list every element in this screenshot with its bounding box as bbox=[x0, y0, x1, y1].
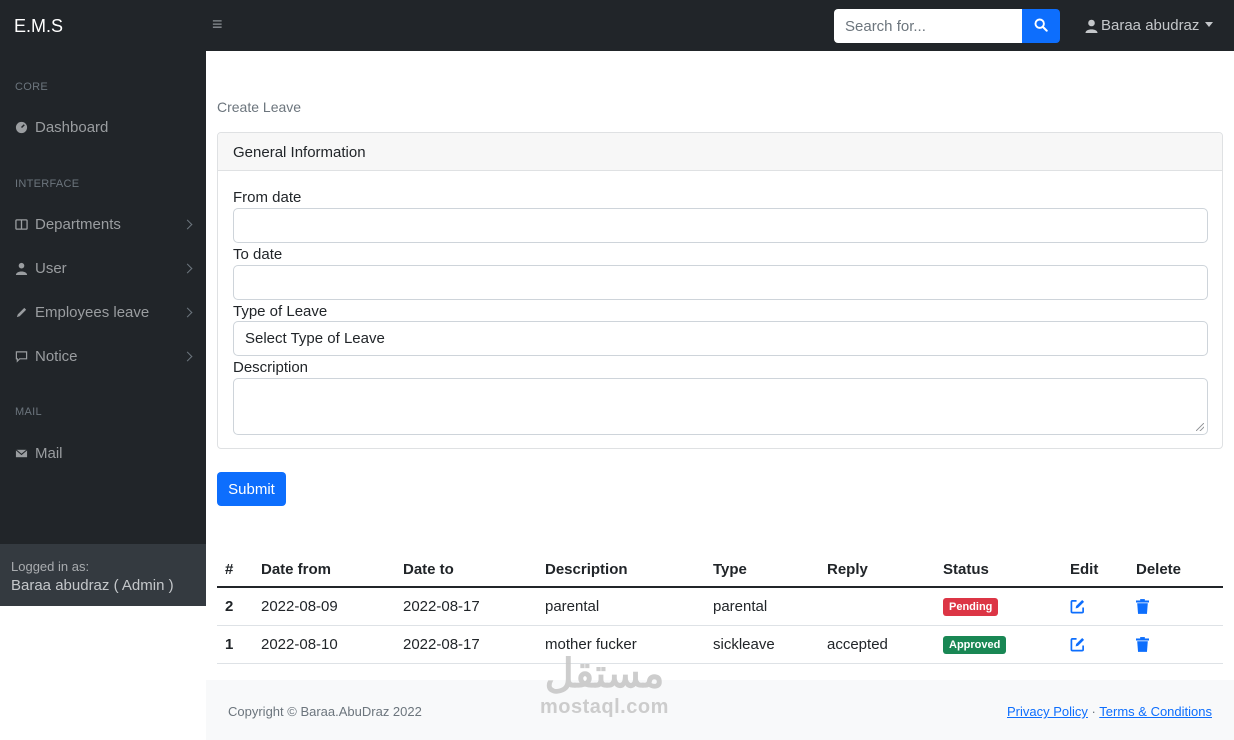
to-date-label: To date bbox=[233, 246, 283, 263]
user-name: Baraa abudraz bbox=[1101, 17, 1200, 34]
cell-type: parental bbox=[705, 587, 819, 626]
sidebar-item-user[interactable]: User bbox=[15, 256, 197, 280]
sidebar-item-employees-leave[interactable]: Employees leave bbox=[15, 300, 197, 324]
watermark-arabic: مستقل bbox=[544, 652, 665, 696]
column-header-status: Status bbox=[935, 552, 1062, 588]
cell-delete bbox=[1128, 625, 1223, 664]
sidebar-item-label: Employees leave bbox=[35, 303, 150, 321]
search-input[interactable] bbox=[834, 9, 1022, 43]
user-icon bbox=[15, 262, 28, 275]
cell-edit bbox=[1062, 625, 1128, 664]
chevron-right-icon bbox=[182, 263, 193, 273]
description-label: Description bbox=[233, 359, 309, 376]
cell-reply bbox=[819, 587, 935, 626]
trash-icon[interactable] bbox=[1136, 599, 1149, 615]
sidebar-heading-mail: MAIL bbox=[15, 406, 42, 418]
sidebar-item-label: Notice bbox=[35, 347, 78, 365]
card-header: General Information bbox=[218, 133, 1222, 171]
dashboard-icon bbox=[15, 121, 28, 133]
leave-table: # Date from Date to Description Type Rep… bbox=[217, 552, 1223, 664]
column-header-date-to: Date to bbox=[395, 552, 537, 588]
pencil-icon bbox=[16, 307, 27, 317]
user-icon bbox=[1085, 19, 1098, 33]
edit-icon[interactable] bbox=[1070, 637, 1085, 652]
resize-grip-icon[interactable] bbox=[1196, 423, 1204, 431]
cell-type: sickleave bbox=[705, 625, 819, 664]
sidebar-item-departments[interactable]: Departments bbox=[15, 212, 197, 236]
column-header-delete: Delete bbox=[1128, 552, 1223, 588]
search-icon bbox=[1034, 18, 1048, 32]
cell-status: Pending bbox=[935, 587, 1062, 626]
to-date-input[interactable] bbox=[233, 265, 1208, 300]
caret-down-icon bbox=[1205, 21, 1214, 27]
envelope-icon bbox=[15, 448, 28, 457]
footer-separator: · bbox=[1091, 704, 1096, 719]
column-header-date-from: Date from bbox=[253, 552, 395, 588]
copyright-text: Copyright © Baraa.AbuDraz 2022 bbox=[228, 704, 422, 719]
submit-button[interactable]: Submit bbox=[217, 472, 286, 506]
column-header-id: # bbox=[217, 552, 253, 588]
search-button[interactable] bbox=[1022, 9, 1060, 43]
sidebar-item-mail[interactable]: Mail bbox=[15, 441, 197, 465]
column-header-edit: Edit bbox=[1062, 552, 1128, 588]
terms-link[interactable]: Terms & Conditions bbox=[1099, 704, 1212, 719]
chevron-right-icon bbox=[182, 351, 193, 361]
cell-description: parental bbox=[537, 587, 705, 626]
sidebar-heading-interface: INTERFACE bbox=[15, 178, 80, 190]
cell-status: Approved bbox=[935, 625, 1062, 664]
columns-icon bbox=[15, 218, 28, 230]
cell-date-to: 2022-08-17 bbox=[395, 625, 537, 664]
sidebar: CORE Dashboard INTERFACE Departments Use… bbox=[0, 51, 206, 544]
sidebar-item-label: Dashboard bbox=[35, 118, 109, 136]
sidebar-item-dashboard[interactable]: Dashboard bbox=[15, 115, 197, 139]
sidebar-item-label: Departments bbox=[35, 215, 121, 233]
sidebar-item-label: Mail bbox=[35, 444, 63, 462]
cell-id: 2 bbox=[217, 587, 253, 626]
brand-logo[interactable]: E.M.S bbox=[14, 16, 63, 37]
cell-date-from: 2022-08-09 bbox=[253, 587, 395, 626]
sidebar-item-notice[interactable]: Notice bbox=[15, 344, 197, 368]
mostaql-watermark: مستقل mostaql.com bbox=[540, 652, 669, 719]
sidebar-item-label: User bbox=[35, 259, 67, 277]
comment-icon bbox=[15, 350, 28, 363]
cell-date-to: 2022-08-17 bbox=[395, 587, 537, 626]
column-header-reply: Reply bbox=[819, 552, 935, 588]
page-footer: Copyright © Baraa.AbuDraz 2022 Privacy P… bbox=[206, 680, 1234, 740]
cell-date-from: 2022-08-10 bbox=[253, 625, 395, 664]
sidebar-heading-core: CORE bbox=[15, 81, 48, 93]
user-dropdown[interactable]: Baraa abudraz bbox=[1085, 17, 1214, 34]
type-of-leave-select[interactable]: Select Type of Leave bbox=[233, 321, 1208, 356]
sidebar-toggle-icon[interactable]: ≡ bbox=[212, 14, 223, 35]
table-row: 1 2022-08-10 2022-08-17 mother fucker si… bbox=[217, 625, 1223, 664]
table-row: 2 2022-08-09 2022-08-17 parental parenta… bbox=[217, 587, 1223, 626]
chevron-right-icon bbox=[182, 219, 193, 229]
status-badge: Pending bbox=[943, 597, 999, 616]
cell-reply: accepted bbox=[819, 625, 935, 664]
page-title: Create Leave bbox=[217, 99, 302, 115]
from-date-label: From date bbox=[233, 189, 302, 206]
privacy-policy-link[interactable]: Privacy Policy bbox=[1007, 704, 1088, 719]
general-information-card: General Information From date To date Ty… bbox=[217, 132, 1223, 449]
edit-icon[interactable] bbox=[1070, 599, 1085, 614]
logged-in-label: Logged in as: bbox=[11, 559, 90, 574]
from-date-input[interactable] bbox=[233, 208, 1208, 243]
cell-id: 1 bbox=[217, 625, 253, 664]
top-navbar: E.M.S ≡ Baraa abudraz bbox=[0, 0, 1234, 51]
logged-in-user: Baraa abudraz ( Admin ) bbox=[11, 577, 174, 594]
footer-links: Privacy Policy · Terms & Conditions bbox=[1007, 704, 1212, 719]
type-of-leave-label: Type of Leave bbox=[233, 303, 328, 320]
watermark-latin: mostaql.com bbox=[540, 696, 669, 718]
trash-icon[interactable] bbox=[1136, 637, 1149, 652]
column-header-description: Description bbox=[537, 552, 705, 588]
chevron-right-icon bbox=[182, 307, 193, 317]
sidebar-footer: Logged in as: Baraa abudraz ( Admin ) bbox=[0, 544, 206, 606]
type-of-leave-selected: Select Type of Leave bbox=[245, 330, 385, 347]
column-header-type: Type bbox=[705, 552, 819, 588]
status-badge: Approved bbox=[943, 635, 1007, 654]
cell-delete bbox=[1128, 587, 1223, 626]
description-textarea[interactable] bbox=[233, 378, 1208, 435]
cell-edit bbox=[1062, 587, 1128, 626]
table-header-row: # Date from Date to Description Type Rep… bbox=[217, 552, 1223, 588]
